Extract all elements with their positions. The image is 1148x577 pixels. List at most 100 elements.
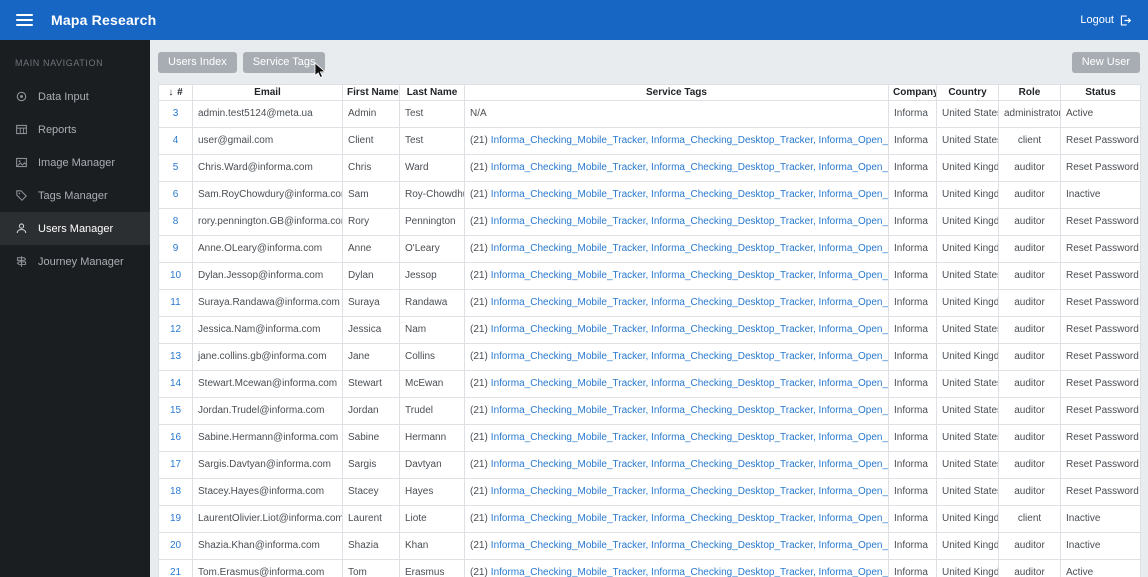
row-id-link[interactable]: 15 bbox=[170, 405, 181, 416]
row-id-link[interactable]: 16 bbox=[170, 432, 181, 443]
table-row[interactable]: 15 Jordan.Trudel@informa.com Jordan Trud… bbox=[158, 397, 1141, 425]
column-header-company[interactable]: Company bbox=[888, 84, 937, 101]
sidebar-item-users-manager[interactable]: Users Manager bbox=[0, 212, 150, 245]
last-name-cell: Hermann bbox=[399, 424, 465, 452]
sidebar-item-tags-manager[interactable]: Tags Manager bbox=[0, 179, 150, 212]
company-cell: Informa bbox=[888, 316, 937, 344]
column-header-service-tags[interactable]: Service Tags bbox=[464, 84, 889, 101]
email-cell: Sam.RoyChowdury@informa.com bbox=[192, 181, 343, 209]
status-cell: Reset Password bbox=[1060, 370, 1141, 398]
table-row[interactable]: 12 Jessica.Nam@informa.com Jessica Nam (… bbox=[158, 316, 1141, 344]
row-id-link[interactable]: 4 bbox=[173, 135, 179, 146]
table-row[interactable]: 11 Suraya.Randawa@informa.com Suraya Ran… bbox=[158, 289, 1141, 317]
column-header-status[interactable]: Status bbox=[1060, 84, 1141, 101]
table-row[interactable]: 20 Shazia.Khan@informa.com Shazia Khan (… bbox=[158, 532, 1141, 560]
country-cell: United Kingdom bbox=[936, 208, 999, 236]
row-id-link[interactable]: 20 bbox=[170, 540, 181, 551]
row-id-cell: 10 bbox=[158, 262, 193, 290]
service-tags-button[interactable]: Service Tags bbox=[242, 52, 326, 73]
service-tags-count: (21) bbox=[470, 567, 488, 577]
table-row[interactable]: 14 Stewart.Mcewan@informa.com Stewart Mc… bbox=[158, 370, 1141, 398]
status-cell: Reset Password bbox=[1060, 127, 1141, 155]
sidebar-item-data-input[interactable]: Data Input bbox=[0, 80, 150, 113]
service-tags-links[interactable]: Informa_Checking_Mobile_Tracker, Informa… bbox=[491, 297, 888, 308]
row-id-link[interactable]: 5 bbox=[173, 162, 179, 173]
service-tags-links[interactable]: Informa_Checking_Mobile_Tracker, Informa… bbox=[491, 189, 888, 200]
company-cell: Informa bbox=[888, 424, 937, 452]
service-tags-links[interactable]: Informa_Checking_Mobile_Tracker, Informa… bbox=[491, 405, 888, 416]
service-tags-links[interactable]: Informa_Checking_Mobile_Tracker, Informa… bbox=[491, 513, 888, 524]
last-name-cell: McEwan bbox=[399, 370, 465, 398]
last-name-cell: Khan bbox=[399, 532, 465, 560]
table-row[interactable]: 4 user@gmail.com Client Test (21) Informa… bbox=[158, 127, 1141, 155]
sidebar-item-reports[interactable]: Reports bbox=[0, 113, 150, 146]
row-id-link[interactable]: 13 bbox=[170, 351, 181, 362]
row-id-link[interactable]: 6 bbox=[173, 189, 179, 200]
service-tags-links[interactable]: Informa_Checking_Mobile_Tracker, Informa… bbox=[491, 567, 888, 577]
service-tags-links[interactable]: Informa_Checking_Mobile_Tracker, Informa… bbox=[491, 540, 888, 551]
column-header-id[interactable]: ↓ # bbox=[158, 84, 193, 101]
row-id-link[interactable]: 19 bbox=[170, 513, 181, 524]
email-cell: Sabine.Hermann@informa.com bbox=[192, 424, 343, 452]
sidebar-item-journey-manager[interactable]: Journey Manager bbox=[0, 245, 150, 278]
service-tags-links[interactable]: Informa_Checking_Mobile_Tracker, Informa… bbox=[491, 486, 888, 497]
first-name-cell: Client bbox=[342, 127, 400, 155]
column-header-first-name[interactable]: First Name bbox=[342, 84, 400, 101]
service-tags-links[interactable]: Informa_Checking_Mobile_Tracker, Informa… bbox=[491, 351, 888, 362]
company-cell: Informa bbox=[888, 181, 937, 209]
company-cell: Informa bbox=[888, 100, 937, 128]
row-id-cell: 9 bbox=[158, 235, 193, 263]
row-id-cell: 14 bbox=[158, 370, 193, 398]
table-row[interactable]: 3 admin.test5124@meta.ua Admin Test N/A … bbox=[158, 100, 1141, 128]
service-tags-links[interactable]: Informa_Checking_Mobile_Tracker, Informa… bbox=[491, 378, 888, 389]
tags-manager-icon bbox=[15, 189, 28, 202]
row-id-link[interactable]: 14 bbox=[170, 378, 181, 389]
first-name-cell: Sabine bbox=[342, 424, 400, 452]
row-id-link[interactable]: 17 bbox=[170, 459, 181, 470]
first-name-cell: Sargis bbox=[342, 451, 400, 479]
column-header-country[interactable]: Country bbox=[936, 84, 999, 101]
row-id-link[interactable]: 9 bbox=[173, 243, 179, 254]
new-user-button[interactable]: New User bbox=[1071, 52, 1140, 73]
service-tags-links[interactable]: Informa_Checking_Mobile_Tracker, Informa… bbox=[491, 324, 888, 335]
service-tags-cell: (21) Informa_Checking_Mobile_Tracker, Inf… bbox=[464, 127, 889, 155]
table-row[interactable]: 16 Sabine.Hermann@informa.com Sabine Her… bbox=[158, 424, 1141, 452]
table-row[interactable]: 17 Sargis.Davtyan@informa.com Sargis Dav… bbox=[158, 451, 1141, 479]
row-id-link[interactable]: 18 bbox=[170, 486, 181, 497]
row-id-link[interactable]: 12 bbox=[170, 324, 181, 335]
row-id-link[interactable]: 8 bbox=[173, 216, 179, 227]
table-row[interactable]: 10 Dylan.Jessop@informa.com Dylan Jessop… bbox=[158, 262, 1141, 290]
email-cell: user@gmail.com bbox=[192, 127, 343, 155]
table-row[interactable]: 5 Chris.Ward@informa.com Chris Ward (21)… bbox=[158, 154, 1141, 182]
service-tags-links[interactable]: Informa_Checking_Mobile_Tracker, Informa… bbox=[491, 459, 888, 470]
service-tags-links[interactable]: Informa_Checking_Mobile_Tracker, Informa… bbox=[491, 270, 888, 281]
service-tags-links[interactable]: Informa_Checking_Mobile_Tracker, Informa… bbox=[491, 243, 888, 254]
users-index-button[interactable]: Users Index bbox=[158, 52, 237, 73]
service-tags-links[interactable]: Informa_Checking_Mobile_Tracker, Informa… bbox=[491, 432, 888, 443]
sidebar-item-image-manager[interactable]: Image Manager bbox=[0, 146, 150, 179]
row-id-link[interactable]: 21 bbox=[170, 567, 181, 577]
role-cell: auditor bbox=[998, 478, 1061, 506]
service-tags-links[interactable]: Informa_Checking_Mobile_Tracker, Informa… bbox=[491, 216, 888, 227]
hamburger-menu-icon[interactable] bbox=[16, 14, 33, 26]
service-tags-links[interactable]: Informa_Checking_Mobile_Tracker, Informa… bbox=[491, 162, 888, 173]
row-id-link[interactable]: 10 bbox=[170, 270, 181, 281]
service-tags-links[interactable]: Informa_Checking_Mobile_Tracker, Informa… bbox=[491, 135, 888, 146]
row-id-link[interactable]: 3 bbox=[173, 108, 179, 119]
last-name-cell: Erasmus bbox=[399, 559, 465, 577]
table-row[interactable]: 8 rory.pennington.GB@informa.com Rory Pe… bbox=[158, 208, 1141, 236]
status-cell: Reset Password bbox=[1060, 424, 1141, 452]
first-name-cell: Dylan bbox=[342, 262, 400, 290]
table-row[interactable]: 21 Tom.Erasmus@informa.com Tom Erasmus (… bbox=[158, 559, 1141, 577]
table-row[interactable]: 9 Anne.OLeary@informa.com Anne O'Leary (… bbox=[158, 235, 1141, 263]
logout-button[interactable]: Logout bbox=[1080, 14, 1132, 27]
table-row[interactable]: 13 jane.collins.gb@informa.com Jane Coll… bbox=[158, 343, 1141, 371]
country-cell: United States bbox=[936, 424, 999, 452]
column-header-role[interactable]: Role bbox=[998, 84, 1061, 101]
column-header-email[interactable]: Email bbox=[192, 84, 343, 101]
table-row[interactable]: 18 Stacey.Hayes@informa.com Stacey Hayes… bbox=[158, 478, 1141, 506]
column-header-last-name[interactable]: Last Name bbox=[399, 84, 465, 101]
table-row[interactable]: 6 Sam.RoyChowdury@informa.com Sam Roy-Ch… bbox=[158, 181, 1141, 209]
row-id-link[interactable]: 11 bbox=[170, 297, 180, 308]
table-row[interactable]: 19 LaurentOlivier.Liot@informa.com Laure… bbox=[158, 505, 1141, 533]
